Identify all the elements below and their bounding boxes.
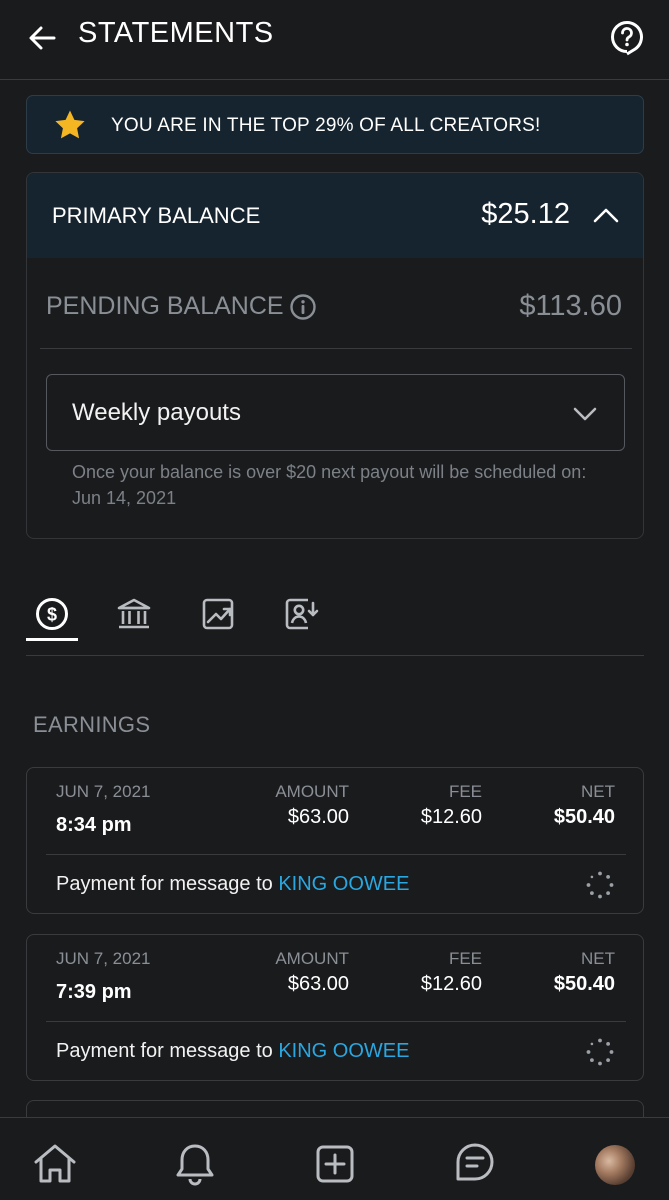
svg-text:$: $: [47, 605, 57, 625]
chart-icon: [202, 598, 234, 630]
earning-time: 7:39 pm: [56, 981, 132, 1003]
fee-label: FEE: [448, 949, 482, 968]
divider: [46, 854, 626, 855]
net-value: $50.40: [553, 973, 615, 995]
amount-label: AMOUNT: [275, 782, 349, 801]
balance-card: PRIMARY BALANCE $25.12 PENDING BALANCE $…: [26, 172, 644, 539]
bank-icon: [117, 598, 151, 629]
pending-balance-amount: $113.60: [519, 290, 622, 322]
fee-label: FEE: [448, 782, 482, 801]
bell-icon[interactable]: [171, 1140, 219, 1188]
info-icon[interactable]: [289, 293, 317, 321]
amount-value: $63.00: [287, 806, 349, 828]
rank-text: YOU ARE IN THE TOP 29% OF ALL CREATORS!: [111, 115, 541, 136]
payout-note: Once your balance is over $20 next payou…: [72, 462, 587, 508]
chevron-up-icon[interactable]: [591, 200, 621, 230]
active-tab-indicator: [26, 638, 78, 641]
tab-statistics[interactable]: [192, 588, 244, 640]
fee-value: $12.60: [420, 806, 482, 828]
fee-value: $12.60: [420, 973, 482, 995]
home-icon[interactable]: [31, 1140, 79, 1188]
divider: [40, 348, 632, 349]
earnings-title: EARNINGS: [33, 712, 151, 737]
primary-balance-label: PRIMARY BALANCE: [52, 203, 261, 228]
amount-value: $63.00: [287, 973, 349, 995]
referral-icon: [285, 598, 319, 630]
earning-time: 8:34 pm: [56, 814, 132, 836]
creator-rank-banner: YOU ARE IN THE TOP 29% OF ALL CREATORS!: [26, 95, 644, 154]
earning-row[interactable]: JUN 7, 2021 7:39 pm AMOUNT $63.00 FEE $1…: [26, 934, 644, 1081]
description-text: Payment for message to: [56, 1040, 273, 1062]
tab-referrals[interactable]: [276, 588, 328, 640]
pending-spinner-icon: [586, 871, 614, 899]
add-icon[interactable]: [311, 1140, 359, 1188]
pending-balance-label: PENDING BALANCE: [46, 292, 284, 320]
bottom-navigation: [0, 1117, 669, 1200]
payout-frequency-select[interactable]: Weekly payouts: [46, 374, 625, 451]
page-title: STATEMENTS: [78, 17, 274, 49]
earning-date: JUN 7, 2021: [56, 949, 151, 968]
divider: [46, 1021, 626, 1022]
chevron-down-icon: [573, 407, 597, 421]
statements-tabs: $: [26, 580, 644, 656]
message-icon[interactable]: [451, 1140, 499, 1188]
net-value: $50.40: [553, 806, 615, 828]
primary-balance-toggle[interactable]: PRIMARY BALANCE $25.12: [27, 173, 643, 258]
earning-description: Payment for message to KING OOWEE: [56, 1040, 409, 1063]
payout-frequency-value: Weekly payouts: [72, 399, 241, 426]
pending-spinner-icon: [586, 1038, 614, 1066]
earning-date: JUN 7, 2021: [56, 782, 151, 801]
recipient-link[interactable]: KING OOWEE: [278, 1040, 409, 1062]
earning-description: Payment for message to KING OOWEE: [56, 873, 409, 896]
description-text: Payment for message to: [56, 873, 273, 895]
star-icon: [55, 110, 85, 139]
help-icon[interactable]: [607, 18, 647, 58]
tab-payouts[interactable]: [108, 588, 160, 640]
primary-balance-amount: $25.12: [481, 198, 570, 230]
tab-earnings[interactable]: $: [26, 588, 78, 641]
earning-row[interactable]: JUN 7, 2021 8:34 pm AMOUNT $63.00 FEE $1…: [26, 767, 644, 914]
dollar-circle-icon: $: [36, 598, 68, 630]
amount-label: AMOUNT: [275, 949, 349, 968]
avatar[interactable]: [595, 1145, 635, 1185]
app-header: STATEMENTS: [0, 0, 669, 80]
back-arrow-icon[interactable]: [24, 20, 60, 56]
recipient-link[interactable]: KING OOWEE: [278, 873, 409, 895]
net-label: NET: [581, 949, 615, 968]
net-label: NET: [581, 782, 615, 801]
